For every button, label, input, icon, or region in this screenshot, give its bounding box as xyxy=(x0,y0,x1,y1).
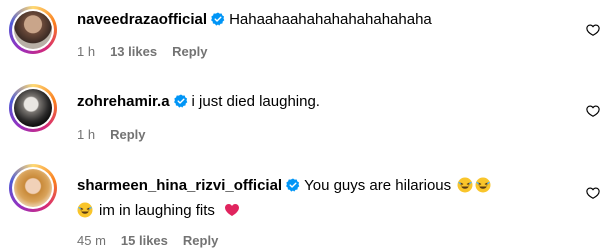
comment-text: You guys are hilarious xyxy=(304,177,452,194)
reply-button[interactable]: Reply xyxy=(110,127,145,142)
heart-outline-icon[interactable] xyxy=(586,186,600,200)
comment-item: sharmeen_hina_rizvi_official You guys are… xyxy=(0,162,616,249)
likes-count[interactable]: 15 likes xyxy=(121,233,168,248)
red-heart-emoji xyxy=(225,204,240,216)
verified-badge-icon xyxy=(286,178,300,192)
avatar[interactable] xyxy=(9,84,57,132)
comment-item: zohrehamir.a i just died laughing. 1 h Rep… xyxy=(0,80,616,155)
timestamp: 1 h xyxy=(77,127,96,142)
comment-line: sharmeen_hina_rizvi_official You guys are… xyxy=(77,176,491,196)
comment-text: i just died laughing. xyxy=(191,93,320,110)
reply-button[interactable]: Reply xyxy=(183,233,218,248)
avatar-photo xyxy=(14,169,52,207)
verified-badge-icon xyxy=(211,12,225,26)
timestamp: 1 h xyxy=(77,44,96,59)
reply-button[interactable]: Reply xyxy=(172,44,207,59)
timestamp: 45 m xyxy=(77,233,106,248)
avatar[interactable] xyxy=(9,6,57,54)
comment-line: naveedrazaofficial Hahaahaahahahahahahaha… xyxy=(77,10,432,30)
heart-outline-icon[interactable] xyxy=(586,104,600,118)
comment-meta: 1 h 13 likes Reply xyxy=(77,44,222,60)
comment-meta: 1 h Reply xyxy=(77,127,160,143)
comment-text: Hahaahaahahahahahahahaha xyxy=(229,11,432,28)
avatar-photo xyxy=(14,11,52,49)
likes-count[interactable]: 13 likes xyxy=(110,44,157,59)
avatar-photo xyxy=(14,89,52,127)
rolling-on-floor-laughing-emoji xyxy=(77,202,93,218)
username[interactable]: sharmeen_hina_rizvi_official xyxy=(77,177,282,194)
comment-line: zohrehamir.a i just died laughing. xyxy=(77,92,320,112)
username[interactable]: naveedrazaofficial xyxy=(77,11,207,28)
username[interactable]: zohrehamir.a xyxy=(77,93,170,110)
comment-line-2: im in laughing fits xyxy=(77,201,240,221)
verified-badge-icon xyxy=(173,94,187,108)
comment-item: naveedrazaofficial Hahaahaahahahahahahaha… xyxy=(0,0,616,75)
comment-text-continued: im in laughing fits xyxy=(99,202,215,219)
rolling-on-floor-laughing-emoji xyxy=(457,177,473,193)
heart-outline-icon[interactable] xyxy=(586,23,600,37)
rolling-on-floor-laughing-emoji xyxy=(475,177,491,193)
avatar[interactable] xyxy=(9,164,57,212)
comment-meta: 45 m 15 likes Reply xyxy=(77,233,233,249)
